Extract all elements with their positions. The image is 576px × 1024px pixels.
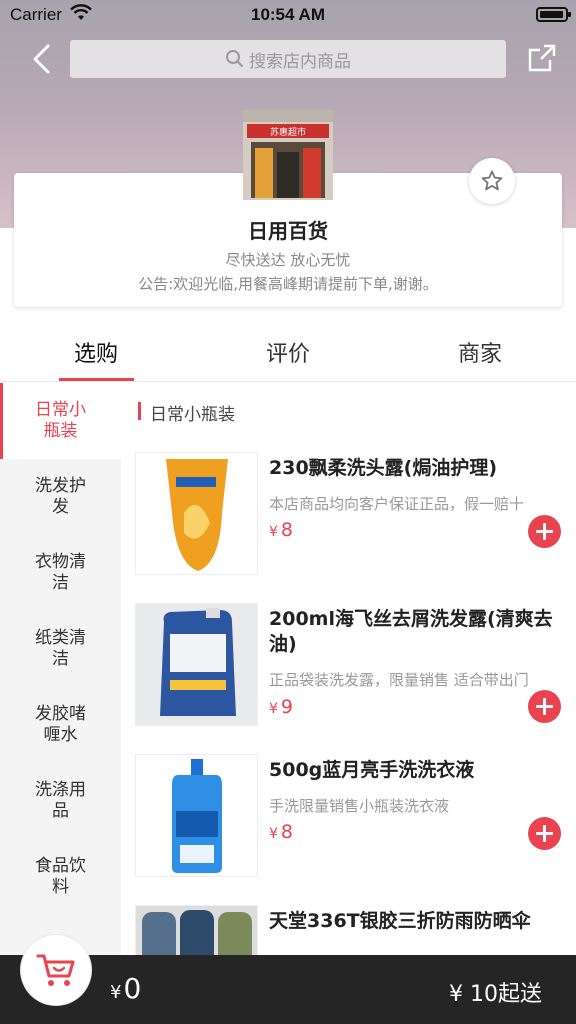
favorite-button[interactable] xyxy=(469,158,515,204)
category-item-food-drinks[interactable]: 食品饮料 xyxy=(0,839,121,915)
store-name: 日用百货 xyxy=(248,219,328,243)
price-value: 8 xyxy=(280,821,294,843)
product-description: 本店商品均向客户保证正品，假一赔十 xyxy=(269,495,525,513)
back-button[interactable] xyxy=(22,40,62,80)
search-input[interactable]: 搜索店内商品 xyxy=(70,40,506,78)
category-item-hair-care[interactable]: 洗发护发 xyxy=(0,459,121,535)
product-price: ¥8 xyxy=(269,821,293,843)
clock: 10:54 AM xyxy=(250,5,325,24)
category-item-detergent[interactable]: 洗涤用品 xyxy=(0,763,121,839)
category-item-paper[interactable]: 纸类清洁 xyxy=(0,611,121,687)
search-placeholder: 搜索店内商品 xyxy=(249,51,351,72)
tab-shop[interactable]: 选购 xyxy=(0,336,192,368)
add-to-cart-button[interactable] xyxy=(528,515,561,548)
active-tab-indicator xyxy=(59,378,134,381)
section-title: 日常小瓶装 xyxy=(138,400,235,425)
product-title: 天堂336T银胶三折防雨防晒伞 xyxy=(269,910,531,932)
tab-bar: 选购 评价 商家 xyxy=(0,322,576,382)
category-sidebar: 日常小瓶装 洗发护发 衣物清洁 纸类清洁 发胶啫喱水 洗涤用品 食品饮料 xyxy=(0,383,121,955)
category-item-hair-gel[interactable]: 发胶啫喱水 xyxy=(0,687,121,763)
share-button[interactable] xyxy=(526,42,558,74)
category-item-laundry[interactable]: 衣物清洁 xyxy=(0,535,121,611)
category-label: 发胶啫喱水 xyxy=(35,704,86,745)
product-image xyxy=(135,905,258,955)
product-item[interactable]: 200ml海飞丝去屑洗发露(清爽去油) 正品袋装洗发露，限量销售 适合带出门 ¥… xyxy=(121,603,576,755)
category-item-daily-small-bottles[interactable]: 日常小瓶装 xyxy=(0,383,121,459)
product-price: ¥9 xyxy=(269,696,293,718)
product-description: 手洗限量销售小瓶装洗衣液 xyxy=(269,797,450,815)
add-to-cart-button[interactable] xyxy=(528,817,561,850)
add-to-cart-button[interactable] xyxy=(528,690,561,723)
tab-reviews[interactable]: 评价 xyxy=(192,336,384,368)
product-item[interactable]: 230飘柔洗头露(焗油护理) 本店商品均向客户保证正品，假一赔十 ¥8 xyxy=(121,452,576,604)
product-item[interactable]: 天堂336T银胶三折防雨防晒伞 xyxy=(121,905,576,955)
currency-symbol: ¥ xyxy=(269,701,278,717)
currency-symbol: ¥ xyxy=(110,982,122,1003)
product-price: ¥8 xyxy=(269,519,293,541)
product-title: 230飘柔洗头露(焗油护理) xyxy=(269,457,498,479)
product-image xyxy=(135,603,258,726)
cart-total: ¥0 xyxy=(110,972,141,1005)
chevron-left-icon xyxy=(33,44,50,74)
product-description: 正品袋装洗发露，限量销售 适合带出门 xyxy=(269,671,529,689)
battery-icon xyxy=(536,7,571,22)
category-label: 食品饮料 xyxy=(35,856,86,897)
search-icon xyxy=(226,50,243,67)
minimum-order-label: ¥ 10起送 xyxy=(449,982,542,1007)
store-logo-sign: 苏惠超市 xyxy=(270,126,306,138)
cart-button[interactable] xyxy=(21,935,91,1005)
currency-symbol: ¥ xyxy=(269,524,278,540)
status-bar: Carrier 10:54 AM xyxy=(0,0,576,30)
category-label: 衣物清洁 xyxy=(35,552,86,593)
currency-symbol: ¥ xyxy=(269,826,278,842)
category-label: 日常小瓶装 xyxy=(35,400,86,441)
store-logo: 苏惠超市 xyxy=(243,110,333,200)
cart-total-value: 0 xyxy=(123,972,142,1005)
product-image xyxy=(135,754,258,877)
store-notice: 公告:欢迎光临,用餐高峰期请提前下单,谢谢。 xyxy=(138,275,438,293)
product-item[interactable]: 500g蓝月亮手洗洗衣液 手洗限量销售小瓶装洗衣液 ¥8 xyxy=(121,754,576,906)
price-value: 8 xyxy=(280,519,294,541)
star-icon xyxy=(481,170,503,191)
tab-merchant[interactable]: 商家 xyxy=(384,336,576,368)
store-tagline: 尽快送达 放心无忧 xyxy=(225,251,351,269)
price-value: 9 xyxy=(280,696,294,718)
category-label: 纸类清洁 xyxy=(35,628,86,669)
shopping-cart-icon xyxy=(36,954,75,986)
product-title: 200ml海飞丝去屑洗发露(清爽去油) xyxy=(269,608,553,655)
product-image xyxy=(135,452,258,575)
share-icon xyxy=(528,44,556,72)
product-title: 500g蓝月亮手洗洗衣液 xyxy=(269,759,475,781)
category-label: 洗发护发 xyxy=(35,476,86,517)
category-label: 洗涤用品 xyxy=(35,780,86,821)
